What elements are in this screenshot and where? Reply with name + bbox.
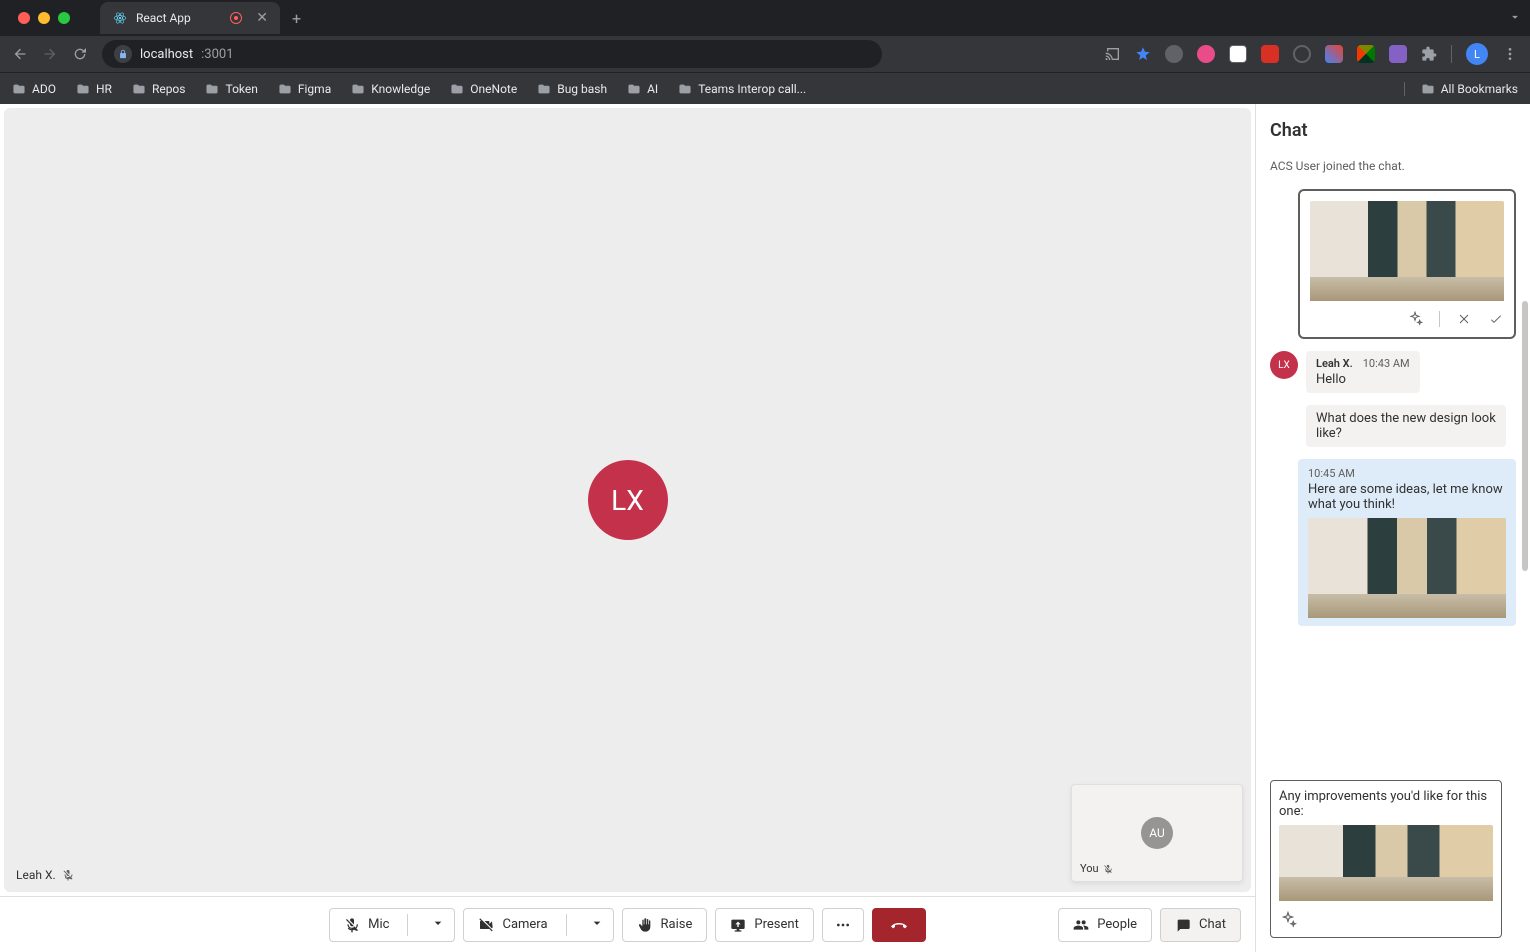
extensions-icon[interactable] — [1421, 46, 1437, 62]
bookmarks-bar: ADO HR Repos Token Figma Knowledge OneNo… — [0, 72, 1530, 104]
message-time: 10:45 AM — [1308, 467, 1506, 480]
bookmark-item[interactable]: AI — [627, 82, 658, 96]
bookmark-star-icon[interactable] — [1135, 46, 1151, 62]
tab-overflow[interactable] — [1508, 9, 1522, 28]
mic-muted-icon — [1103, 864, 1113, 874]
video-call-area: LX Leah X. AU You Mic — [0, 104, 1255, 952]
window-close[interactable] — [18, 12, 30, 24]
extension-icon[interactable] — [1357, 45, 1375, 63]
tab-title: React App — [136, 11, 191, 25]
mic-muted-icon — [62, 869, 74, 881]
nav-back[interactable] — [12, 46, 28, 62]
bookmark-item[interactable]: Figma — [278, 82, 331, 96]
extension-icon[interactable] — [1197, 45, 1215, 63]
people-button[interactable]: People — [1058, 908, 1152, 942]
window-controls — [8, 12, 80, 24]
chat-message: LX Leah X. 10:43 AM Hello — [1270, 351, 1516, 393]
browser-tab[interactable]: React App ✕ — [100, 2, 280, 34]
url-path: :3001 — [201, 47, 233, 62]
more-icon — [835, 917, 851, 933]
sparkle-icon[interactable] — [1407, 311, 1423, 327]
message-author: Leah X. — [1316, 357, 1353, 370]
url-input[interactable]: localhost :3001 — [102, 40, 882, 68]
hand-icon — [637, 917, 653, 933]
hangup-button[interactable] — [872, 908, 926, 942]
address-bar: localhost :3001 L — [0, 36, 1530, 72]
browser-menu-icon[interactable] — [1502, 46, 1518, 62]
sparkle-icon[interactable] — [1279, 911, 1297, 929]
attachment-preview — [1298, 189, 1516, 339]
scrollbar[interactable] — [1522, 301, 1528, 610]
message-avatar: LX — [1270, 351, 1298, 379]
url-host: localhost — [140, 47, 193, 62]
self-label: You — [1080, 862, 1113, 875]
bookmark-item[interactable]: Bug bash — [537, 82, 607, 96]
chat-button[interactable]: Chat — [1160, 908, 1241, 942]
self-avatar: AU — [1141, 817, 1173, 849]
cast-icon[interactable] — [1105, 46, 1121, 62]
site-info-icon[interactable] — [114, 45, 132, 63]
chat-message-self: 10:45 AM Here are some ideas, let me kno… — [1298, 459, 1516, 626]
all-bookmarks[interactable]: All Bookmarks — [1404, 82, 1518, 96]
mic-button[interactable]: Mic — [329, 908, 455, 942]
bookmark-item[interactable]: Repos — [132, 82, 186, 96]
participant-avatar: LX — [588, 460, 668, 540]
send-button[interactable] — [1516, 913, 1530, 952]
compose-attachment[interactable] — [1279, 825, 1493, 901]
message-time: 10:43 AM — [1363, 357, 1410, 370]
participant-name-label: Leah X. — [16, 868, 74, 882]
camera-button[interactable]: Camera — [463, 908, 613, 942]
window-minimize[interactable] — [38, 12, 50, 24]
tab-close[interactable]: ✕ — [256, 10, 268, 26]
browser-tab-bar: React App ✕ + — [0, 0, 1530, 36]
message-text: Here are some ideas, let me know what yo… — [1308, 482, 1506, 512]
extension-icon[interactable] — [1389, 45, 1407, 63]
compose-box[interactable]: Any improvements you'd like for this one… — [1270, 780, 1502, 938]
bookmark-item[interactable]: Token — [205, 82, 257, 96]
bookmark-item[interactable]: Knowledge — [351, 82, 430, 96]
cancel-icon[interactable] — [1456, 311, 1472, 327]
window-maximize[interactable] — [58, 12, 70, 24]
bookmark-item[interactable]: ADO — [12, 82, 56, 96]
system-message: ACS User joined the chat. — [1270, 155, 1516, 177]
hangup-icon — [891, 917, 907, 933]
chevron-down-icon[interactable] — [422, 915, 454, 935]
extension-icon[interactable] — [1261, 45, 1279, 63]
chevron-down-icon[interactable] — [581, 915, 613, 935]
chat-title: Chat — [1256, 104, 1530, 151]
nav-forward[interactable] — [42, 46, 58, 62]
chat-message: What does the new design look like? — [1306, 405, 1506, 447]
call-toolbar: Mic Camera Raise Present — [0, 896, 1255, 952]
accept-icon[interactable] — [1488, 311, 1504, 327]
chat-icon — [1175, 917, 1191, 933]
self-video-pip[interactable]: AU You — [1071, 784, 1243, 882]
extension-icon[interactable] — [1229, 45, 1247, 63]
message-text: Hello — [1316, 372, 1410, 387]
new-tab-button[interactable]: + — [280, 9, 313, 28]
extension-icon[interactable] — [1165, 45, 1183, 63]
nav-reload[interactable] — [72, 46, 88, 62]
raise-hand-button[interactable]: Raise — [622, 908, 708, 942]
profile-avatar[interactable]: L — [1466, 43, 1488, 65]
image-thumbnail[interactable] — [1310, 201, 1504, 301]
message-text: What does the new design look like? — [1316, 411, 1496, 441]
recording-indicator — [230, 12, 242, 24]
extension-icon[interactable] — [1325, 45, 1343, 63]
chat-panel: Chat ACS User joined the chat. LX — [1255, 104, 1530, 952]
bookmark-item[interactable]: Teams Interop call... — [678, 82, 806, 96]
camera-off-icon — [478, 917, 494, 933]
more-button[interactable] — [822, 908, 864, 942]
video-stage: LX Leah X. AU You — [4, 108, 1251, 892]
image-thumbnail[interactable] — [1308, 518, 1506, 618]
compose-input[interactable]: Any improvements you'd like for this one… — [1279, 789, 1493, 819]
chat-message-list[interactable]: ACS User joined the chat. LX Leah X. — [1256, 151, 1530, 770]
present-icon — [730, 917, 746, 933]
people-icon — [1073, 917, 1089, 933]
mic-off-icon — [344, 917, 360, 933]
extension-icon[interactable] — [1293, 45, 1311, 63]
bookmark-item[interactable]: HR — [76, 82, 112, 96]
present-button[interactable]: Present — [715, 908, 813, 942]
react-favicon — [112, 10, 128, 26]
bookmark-item[interactable]: OneNote — [450, 82, 517, 96]
